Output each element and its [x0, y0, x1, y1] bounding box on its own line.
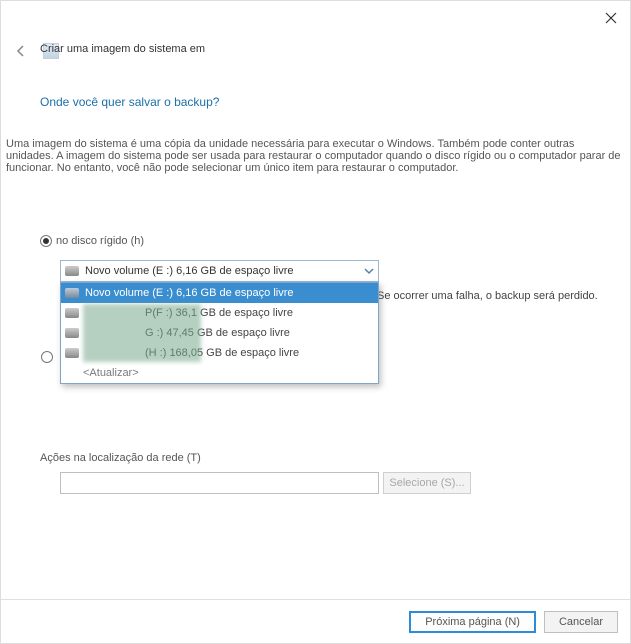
footer: Próxima página (N) Cancelar	[1, 599, 630, 643]
combobox-toggle[interactable]	[360, 261, 378, 281]
page-title: Criar uma imagem do sistema em	[40, 43, 205, 55]
drive-option[interactable]: Novo volume (E :) 6,16 GB de espaço livr…	[61, 283, 378, 303]
cancel-button[interactable]: Cancelar	[544, 611, 618, 633]
chevron-down-icon	[364, 266, 374, 276]
drive-refresh-option[interactable]: <Atualizar>	[61, 363, 378, 383]
drive-dropdown-list: Novo volume (E :) 6,16 GB de espaço livr…	[60, 282, 379, 384]
radio-dvd[interactable]	[41, 351, 53, 363]
close-button[interactable]	[602, 9, 620, 27]
disk-icon	[65, 288, 79, 298]
disk-icon	[65, 308, 79, 318]
disk-icon	[65, 348, 79, 358]
network-path-input[interactable]	[60, 472, 379, 494]
drive-option-label: Novo volume (E :) 6,16 GB de espaço livr…	[85, 287, 293, 299]
radio-network-label: Ações na localização da rede (T)	[40, 452, 201, 464]
disk-icon	[65, 328, 79, 338]
radio-hard-disk-label: no disco rígido (h)	[56, 235, 144, 247]
drive-combobox[interactable]: Novo volume (E :) 6,16 GB de espaço livr…	[60, 260, 379, 282]
network-select-button[interactable]: Selecione (S)...	[383, 472, 471, 494]
blurred-region	[83, 304, 201, 362]
page-description: Uma imagem do sistema é uma cópia da uni…	[6, 138, 625, 174]
drive-combobox-value: Novo volume (E :) 6,16 GB de espaço livr…	[85, 265, 293, 277]
next-button[interactable]: Próxima página (N)	[409, 611, 536, 633]
radio-hard-disk[interactable]	[40, 235, 52, 247]
close-icon	[605, 12, 617, 24]
drive-warning-text: Se ocorrer uma falha, o backup será perd…	[377, 290, 622, 302]
arrow-left-icon	[14, 44, 28, 58]
page-subtitle: Onde você quer salvar o backup?	[40, 95, 219, 109]
disk-icon	[65, 266, 79, 276]
back-button[interactable]	[13, 43, 29, 59]
